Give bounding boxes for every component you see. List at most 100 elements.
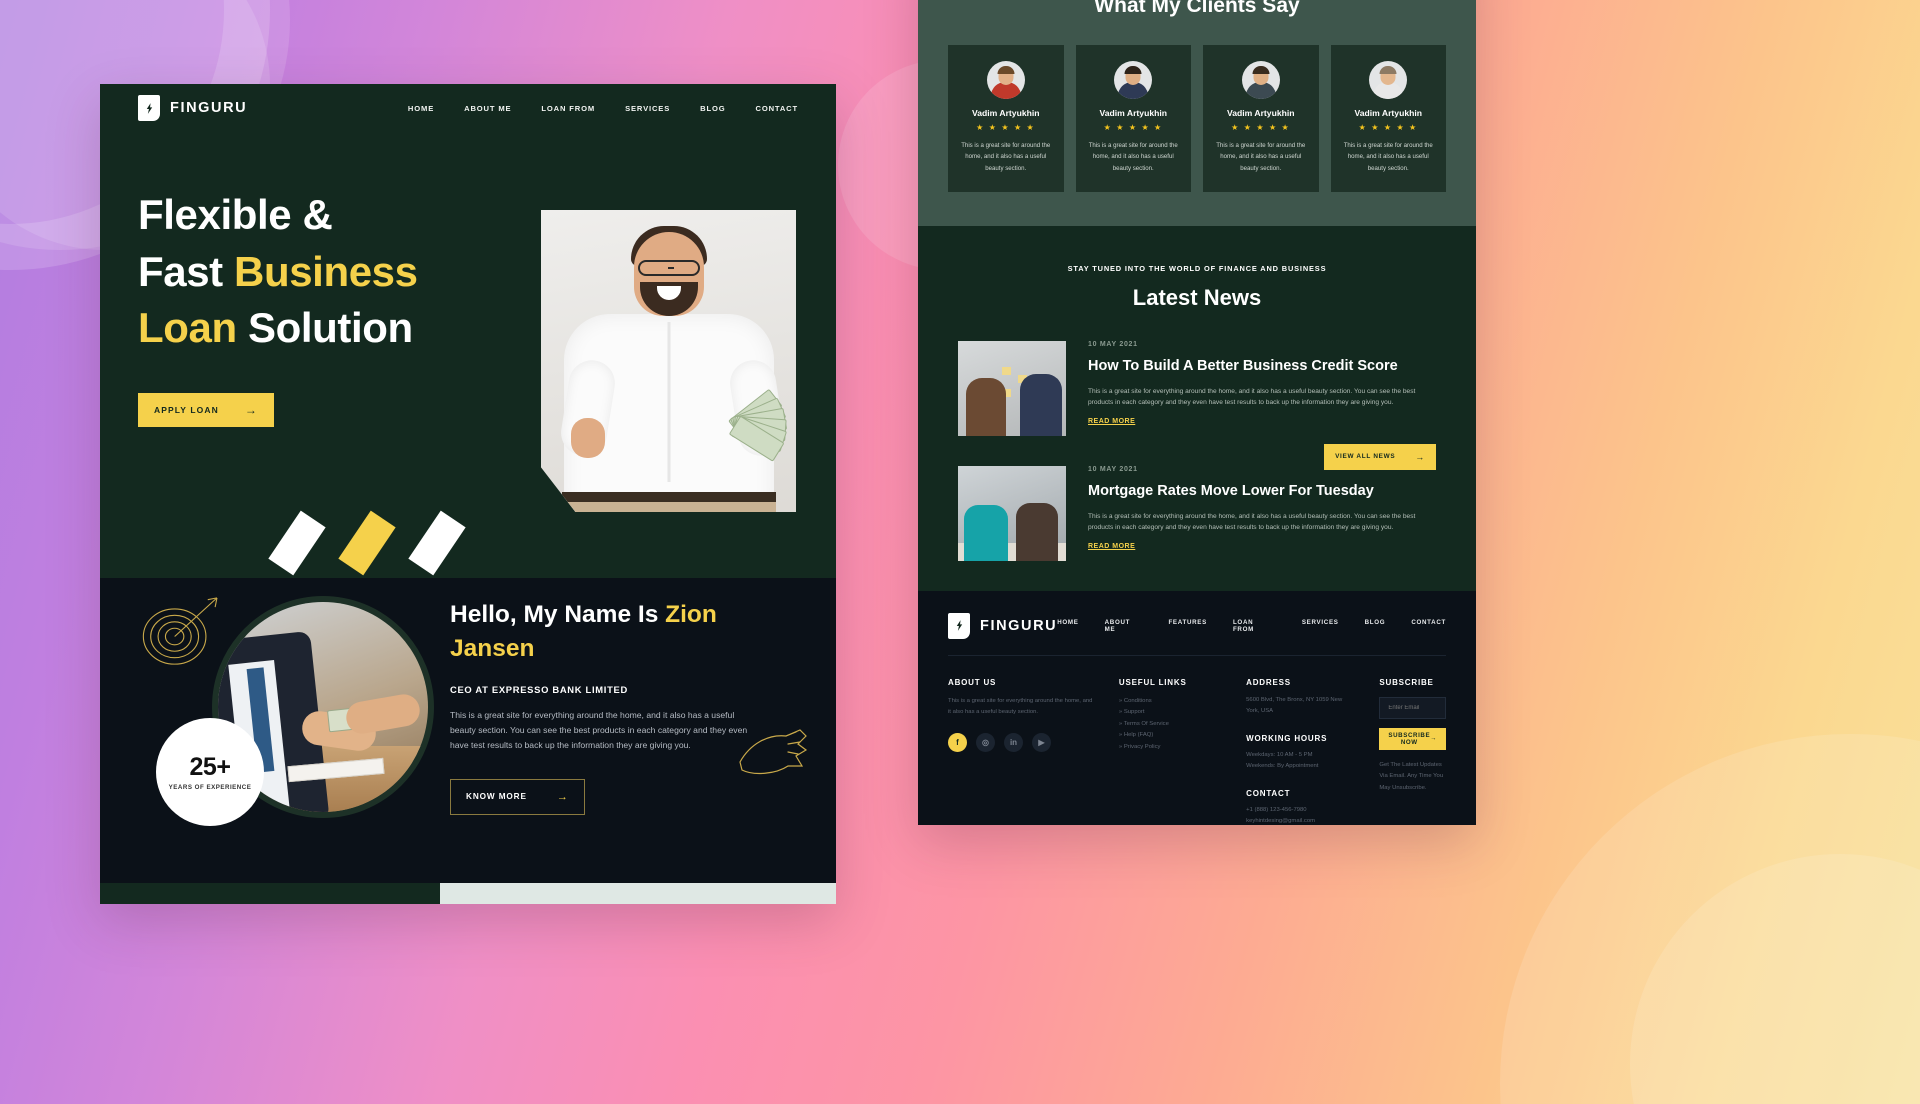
footer-working-hours-weekends: Weekends: By Appointment	[1246, 763, 1319, 770]
footer-nav-blog[interactable]: BLOG	[1365, 619, 1386, 633]
footer-about-title: ABOUT US	[948, 677, 997, 687]
subscribe-note: Get The Latest Updates Via Email. Any Ti…	[1379, 761, 1444, 791]
site-footer: FINGURU HOME ABOUT ME FEATURES LOAN FROM…	[918, 590, 1476, 825]
know-more-button[interactable]: KNOW MORE →	[450, 778, 585, 815]
footer-column-about: ABOUT US This is a great site for everyt…	[948, 678, 1095, 825]
apply-loan-label: APPLY LOAN	[154, 405, 219, 416]
footer-column-useful-links: USEFUL LINKS Conditions Support Terms Of…	[1119, 678, 1222, 825]
nav-item-loan-from[interactable]: LOAN FROM	[541, 104, 595, 113]
nav-item-about-me[interactable]: ABOUT ME	[464, 104, 511, 113]
footer-column-subscribe: SUBSCRIBE SUBSCRIBE NOW → Get The Latest…	[1379, 678, 1446, 825]
avatar	[986, 61, 1025, 99]
subscribe-now-button[interactable]: SUBSCRIBE NOW →	[1379, 727, 1446, 750]
cash-fan-icon	[714, 388, 788, 462]
rating-stars: ★ ★ ★ ★ ★	[1358, 123, 1418, 132]
hero-section: Flexible & Fast Business Loan Solution A…	[100, 132, 836, 540]
footer-nav-about-me[interactable]: ABOUT ME	[1105, 619, 1143, 633]
footer-nav-loan-from[interactable]: LOAN FROM	[1233, 619, 1276, 633]
footer-about-text: This is a great site for everything arou…	[948, 697, 1093, 716]
apply-loan-button[interactable]: APPLY LOAN →	[138, 393, 274, 428]
linkedin-icon[interactable]: in	[1004, 732, 1023, 752]
testimonial-name: Vadim Artyukhin	[1227, 108, 1295, 118]
hero-title-line2a: Fast	[138, 247, 235, 295]
nav-item-home[interactable]: HOME	[408, 104, 434, 113]
news-headline[interactable]: Mortgage Rates Move Lower For Tuesday	[1088, 482, 1436, 501]
experience-label: YEARS OF EXPERIENCE	[168, 784, 252, 791]
read-more-link[interactable]: READ MORE	[1088, 418, 1135, 425]
about-role: CEO AT EXPRESSO BANK LIMITED	[450, 683, 628, 695]
footer-nav-home[interactable]: HOME	[1057, 619, 1078, 633]
footer-address-title: ADDRESS	[1246, 677, 1291, 687]
social-links: f ◎ in ▶	[948, 732, 1095, 752]
testimonial-card: Vadim Artyukhin ★ ★ ★ ★ ★ This is a grea…	[948, 45, 1064, 192]
footer-contact-email[interactable]: keyhintdesing@gmail.com	[1246, 816, 1355, 825]
view-all-news-button[interactable]: VIEW ALL NEWS →	[1324, 443, 1436, 470]
footer-useful-links-list: Conditions Support Terms Of Service Help…	[1119, 696, 1222, 754]
avatar	[1241, 61, 1280, 99]
view-all-news-label: VIEW ALL NEWS	[1335, 453, 1396, 461]
testimonials-row: Vadim Artyukhin ★ ★ ★ ★ ★ This is a grea…	[948, 45, 1446, 192]
footer-link-help-faq[interactable]: Help (FAQ)	[1119, 730, 1222, 742]
testimonials-section: What My Clients Say Vadim Artyukhin ★ ★ …	[918, 0, 1476, 226]
testimonial-card: Vadim Artyukhin ★ ★ ★ ★ ★ This is a grea…	[1330, 45, 1446, 192]
news-kicker: STAY TUNED INTO THE WORLD OF FINANCE AND…	[1067, 263, 1327, 273]
features-section: FEATURES Quick Easy Flexible This is a g…	[100, 883, 836, 904]
website-mockup-bottom: What My Clients Say Vadim Artyukhin ★ ★ …	[918, 0, 1476, 825]
features-left: FEATURES Quick Easy Flexible	[100, 883, 440, 904]
footer-contact-phone[interactable]: +1 (888) 123-456-7980	[1246, 805, 1355, 817]
avatar	[1369, 61, 1408, 99]
youtube-icon[interactable]: ▶	[1032, 732, 1051, 752]
news-body: 10 MAY 2021 How To Build A Better Busine…	[1088, 341, 1436, 436]
news-title: Latest News	[1132, 284, 1262, 310]
footer-nav-contact[interactable]: CONTACT	[1411, 619, 1446, 633]
lightning-logo-icon	[948, 612, 970, 639]
brand-logo[interactable]: FINGURU	[138, 95, 247, 121]
footer-working-hours-title: WORKING HOURS	[1246, 733, 1328, 743]
footer-link-terms-of-service[interactable]: Terms Of Service	[1119, 719, 1222, 731]
news-date: 10 MAY 2021	[1088, 340, 1138, 348]
testimonial-text: This is a great site for around the home…	[1343, 142, 1433, 172]
features-right: This is a great site for everything arou…	[440, 883, 836, 904]
testimonial-card: Vadim Artyukhin ★ ★ ★ ★ ★ This is a grea…	[1203, 45, 1319, 192]
hand-drawing-icon	[739, 729, 808, 775]
read-more-link[interactable]: READ MORE	[1088, 543, 1135, 550]
footer-contact: CONTACT +1 (888) 123-456-7980 keyhintdes…	[1246, 789, 1355, 825]
hero-title-line3b: Solution	[236, 304, 413, 352]
about-heading-prefix: Hello, My Name Is	[450, 601, 666, 628]
news-thumbnail	[958, 465, 1066, 561]
hero-title-line3a: Loan	[138, 304, 237, 352]
footer-columns: ABOUT US This is a great site for everyt…	[948, 656, 1446, 825]
news-thumbnail	[958, 340, 1066, 436]
footer-top: FINGURU HOME ABOUT ME FEATURES LOAN FROM…	[948, 612, 1446, 656]
footer-working-hours-weekdays: Weekdays: 10 AM - 5 PM	[1246, 751, 1313, 758]
footer-brand-logo[interactable]: FINGURU	[948, 612, 1057, 639]
testimonial-text: This is a great site for around the home…	[961, 142, 1051, 172]
instagram-icon[interactable]: ◎	[976, 732, 995, 752]
arrow-right-icon: →	[1415, 451, 1425, 462]
subscribe-email-input[interactable]	[1379, 696, 1446, 719]
testimonials-title: What My Clients Say	[1094, 0, 1300, 17]
footer-subscribe-title: SUBSCRIBE	[1379, 677, 1434, 687]
rating-stars: ★ ★ ★ ★ ★	[1231, 123, 1291, 132]
about-section: 25+ YEARS OF EXPERIENCE Hello, My Name I…	[100, 578, 836, 883]
footer-nav-features[interactable]: FEATURES	[1168, 619, 1207, 633]
footer-useful-links-title: USEFUL LINKS	[1118, 677, 1187, 687]
nav-item-services[interactable]: SERVICES	[625, 104, 670, 113]
site-header: FINGURU HOME ABOUT ME LOAN FROM SERVICES…	[100, 84, 836, 132]
subscribe-now-label: SUBSCRIBE NOW	[1388, 731, 1431, 746]
target-arrow-icon	[142, 597, 218, 665]
footer-link-privacy-policy[interactable]: Privacy Policy	[1119, 742, 1222, 754]
testimonial-name: Vadim Artyukhin	[1354, 108, 1423, 118]
facebook-icon[interactable]: f	[948, 732, 967, 752]
news-headline[interactable]: How To Build A Better Business Credit Sc…	[1088, 357, 1436, 376]
footer-nav-services[interactable]: SERVICES	[1302, 619, 1339, 633]
footer-link-support[interactable]: Support	[1119, 707, 1222, 719]
footer-link-conditions[interactable]: Conditions	[1119, 696, 1222, 708]
news-post: 10 MAY 2021 Mortgage Rates Move Lower Fo…	[958, 465, 1436, 561]
footer-column-address: ADDRESS 5600 Blvd, The Bronx, NY 1059 Ne…	[1246, 678, 1355, 825]
rating-stars: ★ ★ ★ ★ ★	[976, 123, 1036, 132]
nav-item-contact[interactable]: CONTACT	[755, 104, 798, 113]
news-excerpt: This is a great site for everything arou…	[1088, 512, 1416, 532]
nav-item-blog[interactable]: BLOG	[700, 104, 725, 113]
decorative-dashes	[100, 510, 836, 578]
